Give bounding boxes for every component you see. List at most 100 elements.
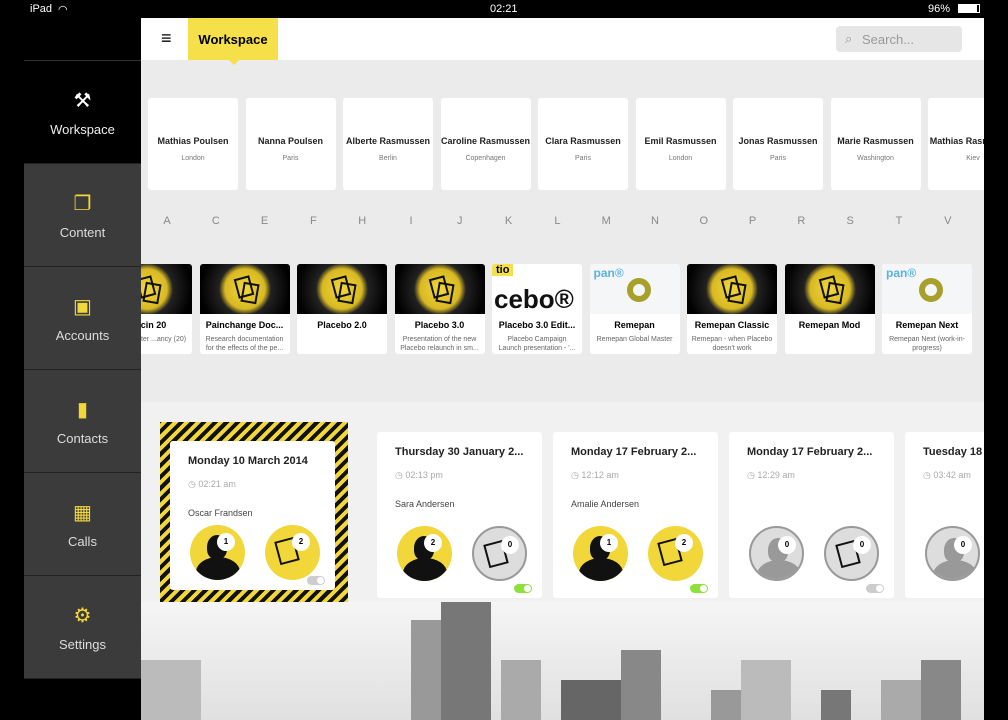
person-city: Paris [575,154,591,162]
sidebar-item-workspace[interactable]: ⚒ Workspace [24,61,141,164]
index-letter[interactable]: J [450,215,470,227]
document-title: Placebo 3.0 Edit... [498,320,576,330]
document-thumbnail [687,264,777,314]
attendees-icon[interactable]: 0 [749,526,804,581]
person-name: Mathias Rasmussen [929,135,984,146]
index-letter[interactable]: O [694,215,714,227]
index-letter[interactable]: F [303,215,323,227]
person-body [403,558,447,581]
index-letter[interactable]: R [791,215,811,227]
call-toggle[interactable] [514,584,532,593]
call-toggle[interactable] [307,576,325,585]
document-card[interactable]: ...ticin 20 Cream - after ...ancy (20) [141,264,192,354]
person-card[interactable]: Mathias Poulsen London [148,98,238,190]
sidebar-item-calls[interactable]: ▦ Calls [24,473,141,576]
document-description: Remepan - when Placebo doesn't work [691,336,773,352]
person-city: Washington [857,154,894,162]
person-card[interactable]: Clara Rasmussen Paris [538,98,628,190]
person-city: London [668,154,693,162]
call-toggle[interactable] [866,584,884,593]
index-letter[interactable]: T [889,215,909,227]
documents-icon[interactable]: 0 [472,526,527,581]
sidebar-item-content[interactable]: ❐ Content [24,164,141,267]
attendees-icon[interactable]: 2 [397,526,452,581]
document-card[interactable]: Remepan Mod [784,264,875,354]
menu-icon[interactable]: ≡ [161,28,172,49]
document-card[interactable]: pan® Remepan Next Remepan Next (work-in-pr… [882,264,972,354]
attendee-count: 0 [778,536,796,554]
index-letter[interactable]: S [840,215,860,227]
document-icon [727,281,747,305]
attendees-icon[interactable]: 1 [573,526,628,581]
building [441,602,491,720]
call-card[interactable]: Tuesday 18 ...◷ 03:42 am00 [905,432,984,598]
document-title: Remepan Next [895,320,959,330]
person-name: Alberte Rasmussen [345,135,431,146]
search-input[interactable]: ⌕ Search... [836,26,962,52]
document-title: ...ticin 20 [141,320,167,330]
call-date: Thursday 30 January 2... [395,446,524,458]
index-letter[interactable]: N [645,215,665,227]
call-card[interactable]: Thursday 30 January 2... ◷ 02:13 pm Sara A… [377,432,542,598]
person-card[interactable]: Jonas Rasmussen Paris [733,98,823,190]
index-letter[interactable]: H [352,215,372,227]
documents-icon[interactable]: 2 [648,526,703,581]
calls-row: Monday 10 March 2014 ◷ 02:21 am Oscar Fran… [141,402,984,609]
documents-icon[interactable]: 0 [824,526,879,581]
index-letter[interactable]: K [499,215,519,227]
index-letter[interactable]: A [157,215,177,227]
building [621,650,661,720]
clock-icon: ◷ [923,470,934,480]
index-letter[interactable]: L [547,215,567,227]
person-card[interactable]: Caroline Rasmussen Copenhagen [440,98,531,190]
index-letter[interactable]: E [255,215,275,227]
person-card[interactable]: Nanna Poulsen Paris [245,98,336,190]
attendees-icon[interactable]: 0 [925,526,980,581]
person-card[interactable]: Marie Rasmussen Washington [830,98,921,190]
call-card[interactable]: Monday 10 March 2014 ◷ 02:21 am Oscar Fran… [170,441,335,590]
document-thumbnail [297,264,387,314]
person-city: Paris [282,154,299,162]
person-name: Emil Rasmussen [644,135,717,146]
calendar-icon: ▦ [73,501,92,524]
building [411,620,441,720]
call-time-row: ◷ 12:29 am [747,470,894,481]
attendees-icon[interactable]: 1 [190,525,245,580]
index-letter[interactable]: V [938,215,958,227]
document-description: Presentation of the new Placebo relaunch… [400,336,479,352]
index-letter[interactable]: I [401,215,421,227]
call-time: 02:21 am [198,479,236,489]
search-icon: ⌕ [845,31,853,46]
call-time: 12:29 am [757,470,795,480]
call-date: Monday 17 February 2... [571,446,697,458]
person-name: Nanna Poulsen [257,135,323,146]
documents-icon[interactable]: 2 [265,525,320,580]
index-letter[interactable]: C [206,215,226,227]
sidebar-item-settings[interactable]: ⚙ Settings [24,576,141,679]
call-toggle[interactable] [690,584,708,593]
sidebar-item-contacts[interactable]: ▮ Contacts [24,370,141,473]
document-thumbnail [394,264,485,314]
person-card[interactable]: Alberte Rasmussen Berlin [343,98,433,190]
document-card[interactable]: Placebo 2.0 [297,264,387,354]
page-title[interactable]: Workspace [188,18,278,65]
sidebar-item-accounts[interactable]: ▣ Accounts [24,267,141,370]
person-card[interactable]: Emil Rasmussen London [635,98,726,190]
header: ≡ Workspace ⌕ Search... [141,18,984,65]
index-letter[interactable]: M [596,215,616,227]
attendee-count: 1 [217,533,235,551]
call-card[interactable]: Monday 17 February 2... ◷ 12:29 am 0 0 [729,432,894,598]
document-thumbnail [199,264,290,314]
document-icon [239,281,260,305]
document-card[interactable]: pan® Remepan Remepan Global Master [589,264,680,354]
document-card[interactable]: Painchange Doc... Research documentation … [199,264,290,354]
call-card[interactable]: Monday 17 February 2... ◷ 12:12 am Amalie … [553,432,718,598]
sidebar-item-label: Settings [59,636,106,652]
battery-percent: 96% [928,3,951,15]
document-card[interactable]: Placebo 3.0 Presentation of the new Place… [394,264,485,354]
person-card[interactable]: Mathias Rasmussen Kiev [928,98,984,190]
index-letter[interactable]: P [743,215,763,227]
document-card[interactable]: tio cebo® Placebo 3.0 Edit... Placebo Campa… [492,264,582,354]
building [821,690,851,720]
document-card[interactable]: Remepan Classic Remepan - when Placebo do… [687,264,777,354]
